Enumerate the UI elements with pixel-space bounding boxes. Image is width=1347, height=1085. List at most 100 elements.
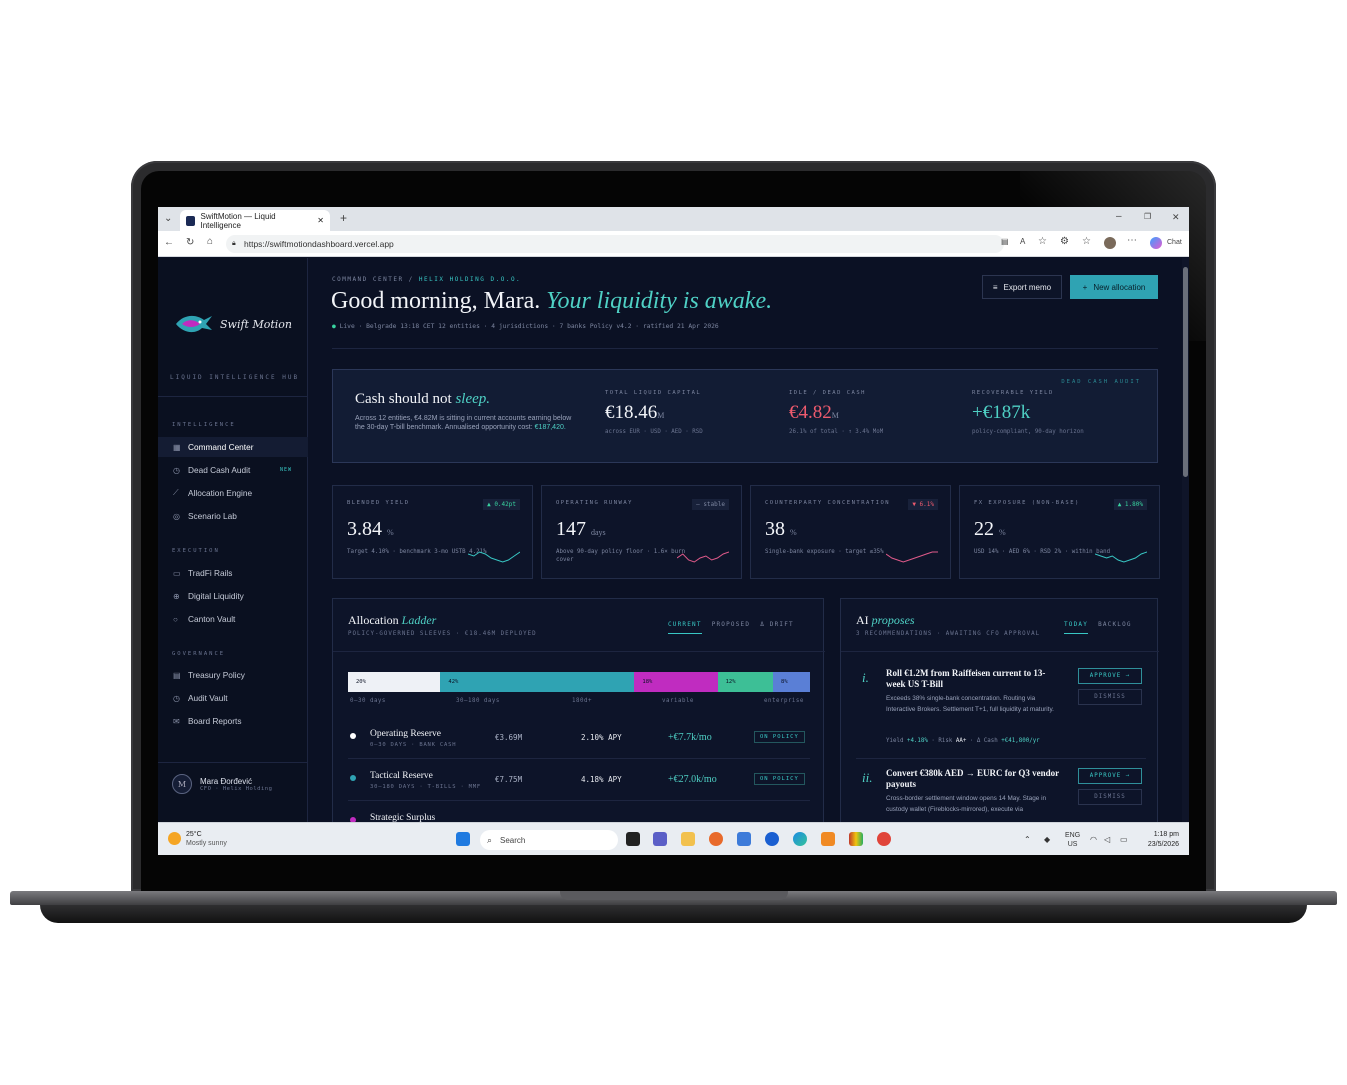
wifi-icon[interactable]: ◠ [1090, 835, 1097, 844]
app-red-icon[interactable] [877, 832, 891, 846]
notepad-icon[interactable] [737, 832, 751, 846]
allocation-ladder-panel: Allocation Ladder POLICY-GOVERNED SLEEVE… [332, 598, 825, 822]
tab-current[interactable]: CURRENT [668, 621, 702, 634]
ai-tabs: TODAY BACKLOG [1064, 621, 1132, 634]
extensions-icon[interactable]: ⚙ [1060, 236, 1069, 247]
hero-title-emphasis: sleep. [455, 391, 491, 407]
tab-proposed[interactable]: PROPOSED [712, 621, 751, 634]
live-label: Live [339, 323, 355, 330]
more-icon[interactable]: ⋯ [1127, 235, 1137, 246]
approve-button[interactable]: APPROVE → [1078, 668, 1142, 684]
clock[interactable]: 1:18 pm 23/5/2026 [1148, 830, 1179, 850]
home-icon[interactable]: ⌂ [207, 236, 213, 247]
kpi-number: 38 [765, 518, 785, 540]
favorite-icon[interactable]: ☆ [1038, 236, 1047, 247]
tab-today[interactable]: TODAY [1064, 621, 1089, 634]
panel-title-emphasis: proposes [871, 613, 915, 627]
taskbar-search[interactable]: ⌕ Search [480, 830, 618, 850]
close-tab-icon[interactable]: ✕ [317, 216, 324, 225]
export-memo-button[interactable]: ≡ Export memo [982, 275, 1062, 299]
new-allocation-button[interactable]: + New allocation [1070, 275, 1158, 299]
sidebar-item-audit-vault[interactable]: ◷ Audit Vault [158, 688, 308, 708]
sidebar-item-command-center[interactable]: ▦ Command Center [158, 437, 308, 457]
sidebar-item-dead-cash-audit[interactable]: ◷ Dead Cash Audit NEW [158, 460, 308, 480]
back-icon[interactable]: ← [164, 237, 174, 248]
allocation-segment[interactable]: 42% [440, 672, 635, 692]
firefox-icon[interactable] [709, 832, 723, 846]
kpi-delta-chip: ▼ 6.1% [908, 499, 938, 510]
metric-value: +4.18% [906, 738, 928, 744]
read-aloud-icon[interactable]: A [1020, 237, 1025, 246]
dismiss-button[interactable]: DISMISS [1078, 689, 1142, 705]
tab-drift[interactable]: Δ DRIFT [760, 621, 794, 634]
dropbox-icon[interactable]: ◆ [1044, 835, 1050, 844]
panel-title-emphasis: Ladder [401, 613, 437, 627]
profile-avatar[interactable] [1104, 237, 1116, 249]
address-bar: ← ↻ ⌂ 🔒︎ https://swiftmotiondashboard.ve… [158, 231, 1189, 257]
allocation-segment[interactable]: 20% [348, 672, 441, 692]
reader-icon[interactable]: ▤ [1001, 237, 1009, 246]
new-tab-icon[interactable]: + [340, 211, 347, 225]
favorites-bar-icon[interactable]: ☆ [1082, 236, 1091, 247]
chat-label[interactable]: Chat [1167, 239, 1182, 246]
dead-cash-audit-link[interactable]: DEAD CASH AUDIT [1061, 379, 1141, 385]
sidebar-item-scenario-lab[interactable]: ◎ Scenario Lab [158, 506, 308, 526]
allocation-segment[interactable]: 8% [773, 672, 810, 692]
sidebar-item-canton-vault[interactable]: ○ Canton Vault [158, 609, 308, 629]
greeting-emphasis: Your liquidity is awake. [546, 288, 773, 314]
brand-name: Swift Motion [220, 317, 292, 331]
metric-value: +€41,800/yr [1001, 738, 1040, 744]
tab-backlog[interactable]: BACKLOG [1098, 621, 1132, 634]
sidebar-item-treasury-policy[interactable]: ▤ Treasury Policy [158, 665, 308, 685]
sidebar-item-allocation-engine[interactable]: ⟋ Allocation Engine [158, 483, 308, 503]
app-icon[interactable] [821, 832, 835, 846]
sleeve-sub: 30–180 DAYS · T-BILLS · MMF [370, 784, 482, 790]
sleeve-dot-icon [350, 775, 356, 781]
copilot-icon[interactable] [1150, 237, 1162, 249]
zoom-icon[interactable] [765, 832, 779, 846]
table-row[interactable]: Strategic Surplus [348, 803, 810, 822]
meta-details: · Belgrade 13:18 CET 12 entities · 4 jur… [358, 323, 719, 330]
allocation-bar: 20% 42% 18% 12% 8% [348, 672, 810, 692]
user-profile[interactable]: M Mara Đorđević CFO · Helix Holding [172, 774, 272, 794]
rec-divider [856, 758, 1146, 759]
stat-unit: M [657, 411, 665, 420]
refresh-icon[interactable]: ↻ [186, 237, 194, 248]
weather-widget[interactable]: 25°C Mostly sunny [168, 830, 227, 848]
allocation-segment[interactable]: 18% [634, 672, 718, 692]
stat-number: €4.82 [789, 402, 832, 423]
breadcrumb-root[interactable]: COMMAND CENTER / [332, 276, 414, 283]
dismiss-button[interactable]: DISMISS [1078, 789, 1142, 805]
allocation-segment[interactable]: 12% [717, 672, 774, 692]
close-window-icon[interactable]: ✕ [1172, 212, 1180, 223]
battery-icon[interactable]: ▭ [1120, 835, 1128, 844]
tab-list-icon[interactable]: ⌄ [164, 213, 172, 224]
approve-button[interactable]: APPROVE → [1078, 768, 1142, 784]
table-row[interactable]: Operating Reserve 0–30 DAYS · BANK CASH €3… [348, 719, 810, 759]
stat-number: +€187k [972, 402, 1031, 423]
url-field[interactable]: 🔒︎ https://swiftmotiondashboard.vercel.a… [226, 235, 1004, 253]
volume-icon[interactable]: ◁ [1104, 835, 1110, 844]
minimize-icon[interactable]: – [1116, 211, 1122, 222]
scrollbar-thumb[interactable] [1183, 267, 1188, 477]
kpi-card: COUNTERPARTY CONCENTRATION ▼ 6.1% 38 % Sing… [750, 485, 951, 579]
language-indicator[interactable]: ENG US [1065, 831, 1080, 849]
edge-icon[interactable] [793, 832, 807, 846]
sidebar-item-board-reports[interactable]: ✉ Board Reports [158, 711, 308, 731]
tray-chevron-icon[interactable]: ⌃ [1024, 835, 1031, 844]
sleeve-name: Strategic Surplus [370, 813, 436, 822]
stat-sub: across EUR · USD · AED · RSD [605, 429, 703, 435]
file-explorer-icon[interactable] [681, 832, 695, 846]
browser-tab[interactable]: SwiftMotion — Liquid Intelligence ✕ [180, 210, 330, 231]
sleeve-sub: 0–30 DAYS · BANK CASH [370, 742, 457, 748]
sidebar-item-digital-liquidity[interactable]: ⊕ Digital Liquidity [158, 586, 308, 606]
restore-icon[interactable]: ❐ [1144, 212, 1151, 221]
task-view-icon[interactable] [626, 832, 640, 846]
windows-start-icon[interactable] [456, 832, 470, 846]
brand-logo[interactable]: Swift Motion [174, 310, 292, 338]
sidebar-item-tradfi-rails[interactable]: ▭ TradFi Rails [158, 563, 308, 583]
winrar-icon[interactable] [849, 832, 863, 846]
teams-icon[interactable] [653, 832, 667, 846]
kpi-value: 22 % [974, 518, 1006, 541]
table-row[interactable]: Tactical Reserve 30–180 DAYS · T-BILLS · … [348, 761, 810, 801]
